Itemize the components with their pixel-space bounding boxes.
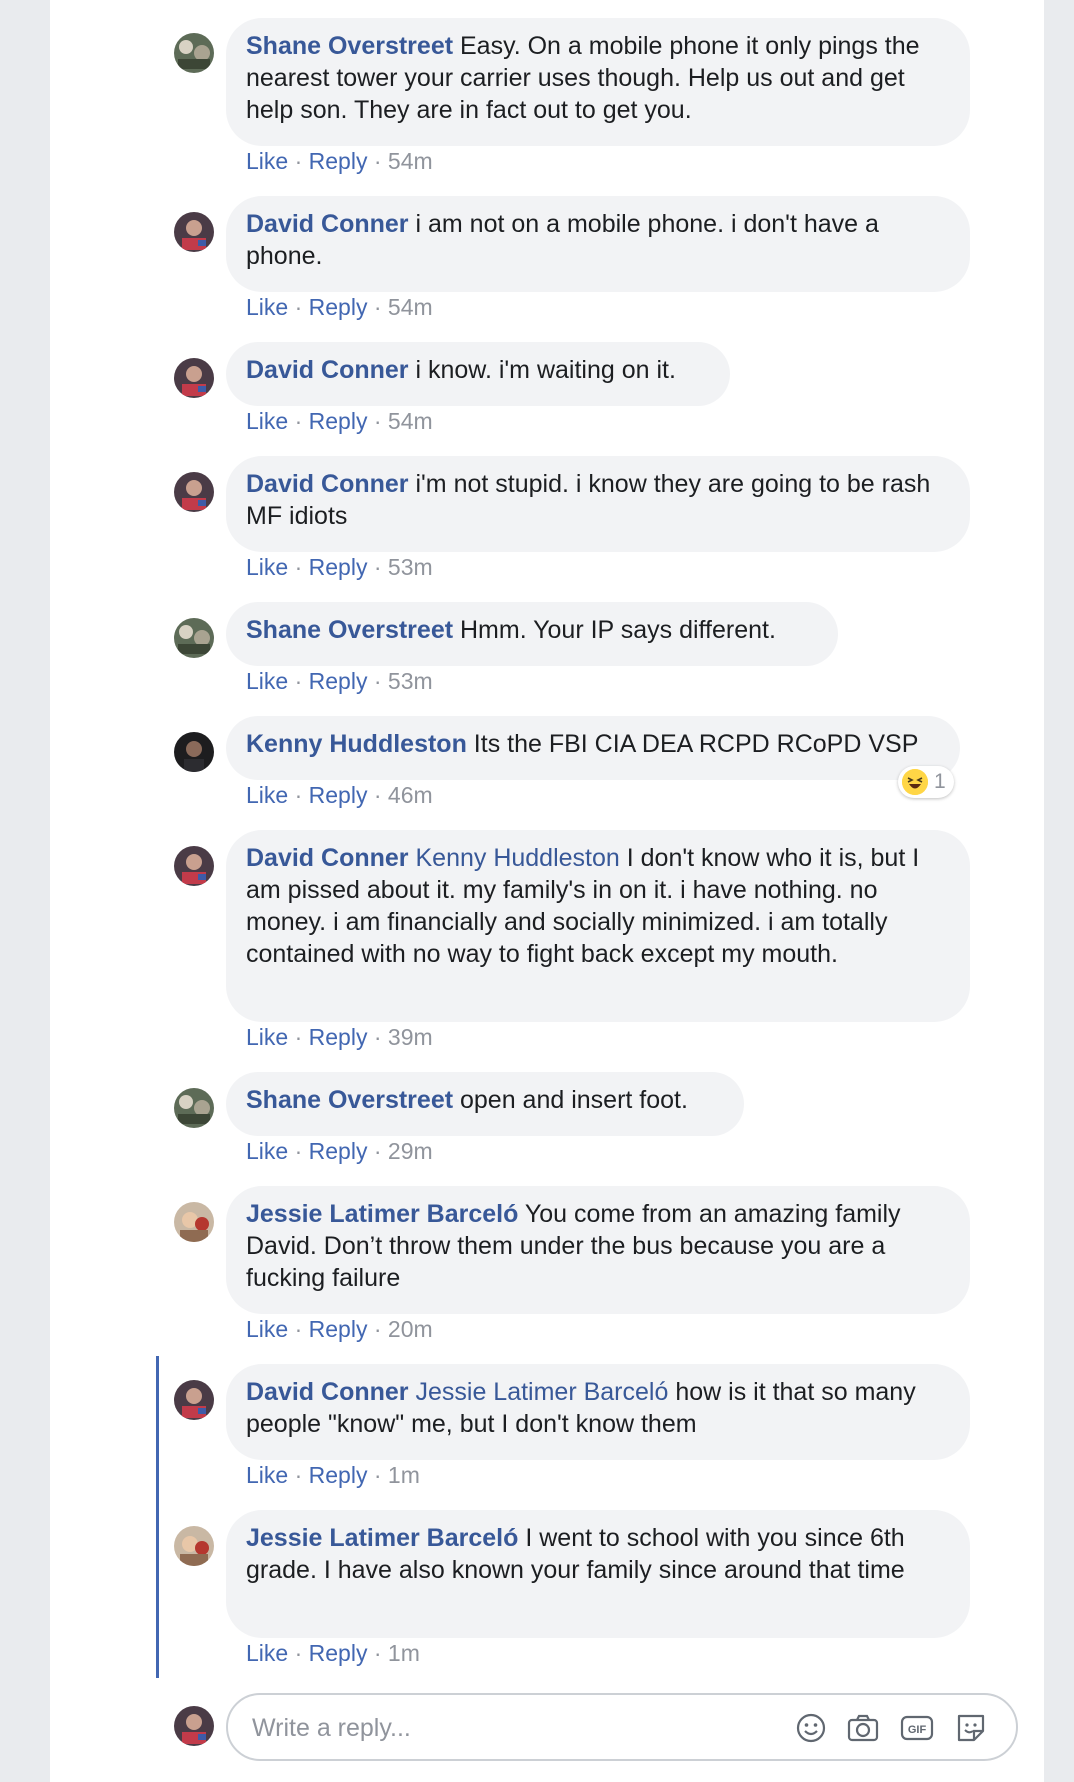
comment-time[interactable]: 53m	[388, 668, 433, 694]
camera-icon[interactable]	[846, 1711, 880, 1745]
avatar-jessie-latimer-barcelo[interactable]	[174, 1202, 214, 1242]
avatar-shane-overstreet[interactable]	[174, 1088, 214, 1128]
like-button[interactable]: Like	[246, 148, 288, 174]
comment-bubble: Shane Overstreet Hmm. Your IP says diffe…	[226, 602, 838, 666]
reply-button[interactable]: Reply	[309, 554, 368, 580]
comment-bubble: David Conner i'm not stupid. i know they…	[226, 456, 970, 552]
reply-composer[interactable]: GIF	[226, 1693, 1018, 1761]
like-button[interactable]: Like	[246, 408, 288, 434]
like-button[interactable]: Like	[246, 554, 288, 580]
comment-author[interactable]: Jessie Latimer Barceló	[246, 1200, 518, 1228]
reply-button[interactable]: Reply	[309, 294, 368, 320]
comment-author[interactable]: David Conner	[246, 356, 409, 384]
like-button[interactable]: Like	[246, 1316, 288, 1342]
reply-button[interactable]: Reply	[309, 408, 368, 434]
reply-button[interactable]: Reply	[309, 1024, 368, 1050]
comment-actions: Like · Reply · 29m	[246, 1138, 433, 1164]
comment-bubble: David Conner i am not on a mobile phone.…	[226, 196, 970, 292]
like-button[interactable]: Like	[246, 782, 288, 808]
comment-text: i know. i'm waiting on it.	[415, 356, 676, 384]
reaction-badge[interactable]: 1	[898, 766, 954, 798]
comment-mention[interactable]: Jessie Latimer Barceló	[415, 1378, 668, 1406]
comment-author[interactable]: David Conner	[246, 1378, 409, 1406]
comment-time[interactable]: 1m	[388, 1462, 420, 1488]
sticker-icon[interactable]	[954, 1711, 988, 1745]
comment-text: Hmm. Your IP says different.	[460, 616, 776, 644]
comment-actions: Like · Reply · 1m	[246, 1640, 420, 1666]
comment-author[interactable]: Jessie Latimer Barceló	[246, 1524, 518, 1552]
like-button[interactable]: Like	[246, 1640, 288, 1666]
avatar-david-conner[interactable]	[174, 846, 214, 886]
comment-author[interactable]: Shane Overstreet	[246, 616, 453, 644]
comment-bubble: Shane Overstreet open and insert foot.	[226, 1072, 744, 1136]
comment-bubble: Jessie Latimer Barceló You come from an …	[226, 1186, 970, 1314]
comment-actions: Like · Reply · 39m	[246, 1024, 433, 1050]
comment-time[interactable]: 1m	[388, 1640, 420, 1666]
comment-actions: Like · Reply · 54m	[246, 408, 433, 434]
comment-bubble: David Conner Jessie Latimer Barceló how …	[226, 1364, 970, 1460]
current-user-avatar[interactable]	[174, 1706, 214, 1746]
reply-button[interactable]: Reply	[309, 782, 368, 808]
reply-button[interactable]: Reply	[309, 1640, 368, 1666]
comment-actions: Like · Reply · 20m	[246, 1316, 433, 1342]
avatar-david-conner[interactable]	[174, 358, 214, 398]
comment-actions: Like · Reply · 46m	[246, 782, 433, 808]
avatar-shane-overstreet[interactable]	[174, 33, 214, 73]
comment-bubble: Jessie Latimer Barceló I went to school …	[226, 1510, 970, 1638]
comment-author[interactable]: David Conner	[246, 470, 409, 498]
reply-button[interactable]: Reply	[309, 148, 368, 174]
comment-actions: Like · Reply · 1m	[246, 1462, 420, 1488]
comment-text: Its the FBI CIA DEA RCPD RCoPD VSP	[473, 730, 919, 758]
comment-time[interactable]: 39m	[388, 1024, 433, 1050]
comment-time[interactable]: 29m	[388, 1138, 433, 1164]
comment-time[interactable]: 20m	[388, 1316, 433, 1342]
comment-actions: Like · Reply · 53m	[246, 554, 433, 580]
comment-time[interactable]: 54m	[388, 408, 433, 434]
comment-time[interactable]: 46m	[388, 782, 433, 808]
comment-bubble: David Conner i know. i'm waiting on it.	[226, 342, 730, 406]
comment-author[interactable]: Shane Overstreet	[246, 1086, 453, 1114]
comment-mention[interactable]: Kenny Huddleston	[415, 844, 619, 872]
avatar-kenny-huddleston[interactable]	[174, 732, 214, 772]
comment-actions: Like · Reply · 54m	[246, 148, 433, 174]
comment-bubble: Kenny Huddleston Its the FBI CIA DEA RCP…	[226, 716, 960, 780]
comment-actions: Like · Reply · 53m	[246, 668, 433, 694]
comment-author[interactable]: David Conner	[246, 210, 409, 238]
reply-button[interactable]: Reply	[309, 668, 368, 694]
comment-time[interactable]: 54m	[388, 294, 433, 320]
emoji-icon[interactable]	[794, 1711, 828, 1745]
laughing-face-icon	[902, 769, 928, 795]
svg-text:GIF: GIF	[908, 1724, 927, 1736]
comment-text: open and insert foot.	[460, 1086, 688, 1114]
reply-thread-line	[156, 1356, 159, 1678]
comment-author[interactable]: Kenny Huddleston	[246, 730, 467, 758]
comment-actions: Like · Reply · 54m	[246, 294, 433, 320]
reply-button[interactable]: Reply	[309, 1316, 368, 1342]
avatar-jessie-latimer-barcelo[interactable]	[174, 1526, 214, 1566]
comment-author[interactable]: David Conner	[246, 844, 409, 872]
avatar-david-conner[interactable]	[174, 472, 214, 512]
reply-input[interactable]	[250, 1707, 754, 1749]
avatar-david-conner[interactable]	[174, 212, 214, 252]
comment-bubble: Shane Overstreet Easy. On a mobile phone…	[226, 18, 970, 146]
like-button[interactable]: Like	[246, 1462, 288, 1488]
like-button[interactable]: Like	[246, 1024, 288, 1050]
comment-author[interactable]: Shane Overstreet	[246, 32, 453, 60]
avatar-shane-overstreet[interactable]	[174, 618, 214, 658]
comment-bubble: David Conner Kenny Huddleston I don't kn…	[226, 830, 970, 1022]
like-button[interactable]: Like	[246, 668, 288, 694]
comment-time[interactable]: 54m	[388, 148, 433, 174]
comment-time[interactable]: 53m	[388, 554, 433, 580]
avatar-david-conner[interactable]	[174, 1380, 214, 1420]
reply-button[interactable]: Reply	[309, 1138, 368, 1164]
like-button[interactable]: Like	[246, 294, 288, 320]
like-button[interactable]: Like	[246, 1138, 288, 1164]
reaction-count: 1	[934, 770, 946, 793]
gif-icon[interactable]: GIF	[900, 1711, 934, 1745]
reply-button[interactable]: Reply	[309, 1462, 368, 1488]
